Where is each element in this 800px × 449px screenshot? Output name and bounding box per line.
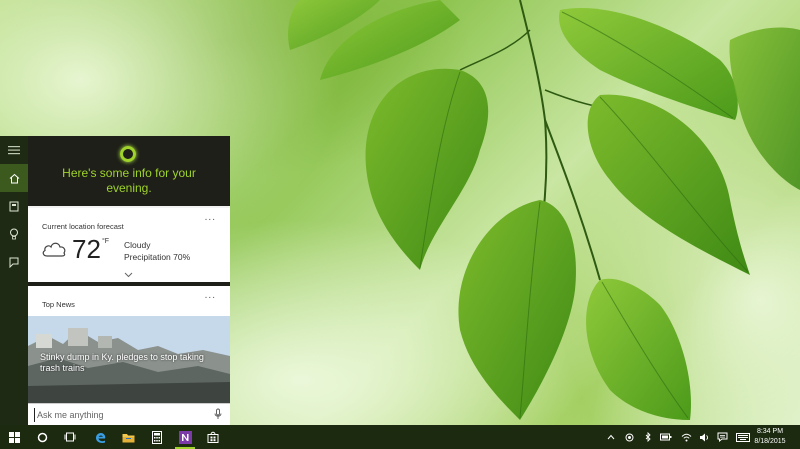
weather-condition: Cloudy bbox=[124, 240, 151, 250]
windows-start-icon bbox=[8, 431, 20, 443]
file-explorer-icon bbox=[122, 433, 134, 442]
feedback-icon bbox=[9, 257, 19, 268]
temperature-value: 72 bbox=[72, 234, 101, 264]
store-taskbar-button[interactable] bbox=[199, 425, 227, 449]
news-headline[interactable]: Stinky dump in Ky. pledges to stop takin… bbox=[40, 352, 225, 372]
speaker-icon bbox=[699, 433, 708, 441]
notebook-button[interactable] bbox=[0, 192, 28, 220]
onenote-icon bbox=[178, 430, 192, 444]
store-icon bbox=[207, 431, 219, 443]
weather-card-menu-button[interactable]: ... bbox=[205, 212, 216, 223]
reminders-button[interactable] bbox=[0, 220, 28, 248]
menu-button[interactable] bbox=[0, 136, 28, 164]
lightbulb-icon bbox=[10, 228, 18, 240]
cortana-side-rail bbox=[0, 136, 28, 425]
tray-cortana-button[interactable] bbox=[621, 425, 637, 449]
task-view-icon bbox=[64, 432, 76, 442]
file-explorer-taskbar-button[interactable] bbox=[114, 425, 142, 449]
action-center-button[interactable] bbox=[714, 425, 730, 449]
temperature-unit: °F bbox=[102, 238, 110, 245]
onenote-taskbar-button[interactable] bbox=[171, 425, 199, 449]
home-icon bbox=[9, 173, 19, 183]
cortana-search-icon bbox=[37, 432, 47, 442]
microphone-icon[interactable] bbox=[214, 408, 222, 420]
chevron-up-icon bbox=[607, 434, 615, 440]
weather-card[interactable]: Current location forecast ... 72 °F Clou… bbox=[28, 208, 230, 282]
taskbar: 8:34 PM 8/18/2015 bbox=[0, 425, 800, 449]
cloudy-weather-icon bbox=[42, 242, 66, 257]
news-card-menu-button[interactable]: ... bbox=[205, 290, 216, 301]
cortana-ring-icon bbox=[120, 146, 136, 162]
cortana-search-button[interactable] bbox=[28, 425, 56, 449]
cortana-greeting: Here's some info for your evening. bbox=[28, 166, 230, 196]
taskbar-clock[interactable]: 8:34 PM 8/18/2015 bbox=[748, 427, 792, 447]
weather-card-title: Current location forecast bbox=[42, 222, 124, 231]
start-button[interactable] bbox=[0, 425, 28, 449]
home-button[interactable] bbox=[0, 164, 28, 192]
task-view-button[interactable] bbox=[56, 425, 84, 449]
volume-tray-button[interactable] bbox=[696, 425, 712, 449]
greeting-line-1: Here's some info for your bbox=[62, 166, 196, 180]
hamburger-icon bbox=[8, 146, 20, 155]
battery-tray-button[interactable] bbox=[658, 425, 674, 449]
feedback-button[interactable] bbox=[0, 248, 28, 276]
edge-taskbar-button[interactable] bbox=[86, 425, 114, 449]
cortana-header: Here's some info for your evening. bbox=[28, 136, 230, 206]
news-card-title: Top News bbox=[42, 300, 75, 309]
record-circle-icon bbox=[625, 433, 633, 441]
clock-date: 8/18/2015 bbox=[754, 438, 786, 445]
cortana-search-box bbox=[28, 403, 230, 425]
notification-icon bbox=[717, 432, 727, 442]
clock-time: 8:34 PM bbox=[756, 428, 784, 435]
calculator-icon bbox=[152, 430, 162, 444]
precipitation-text: Precipitation 70% bbox=[124, 252, 191, 262]
wifi-icon bbox=[681, 433, 691, 441]
ask-me-anything-input[interactable] bbox=[34, 408, 204, 422]
edge-icon bbox=[95, 432, 105, 443]
chevron-down-icon[interactable] bbox=[124, 272, 133, 278]
wifi-tray-button[interactable] bbox=[678, 425, 694, 449]
bluetooth-tray-button[interactable] bbox=[640, 425, 656, 449]
cortana-panel: Here's some info for your evening. Curre… bbox=[28, 136, 230, 425]
greeting-line-2: evening. bbox=[106, 181, 152, 195]
news-card[interactable]: Top News ... Stinky dump in Ky. pledges … bbox=[28, 286, 230, 403]
battery-icon bbox=[660, 433, 672, 441]
calculator-taskbar-button[interactable] bbox=[143, 425, 171, 449]
bluetooth-icon bbox=[645, 432, 651, 442]
show-hidden-icons-button[interactable] bbox=[603, 425, 619, 449]
notebook-icon bbox=[9, 201, 19, 211]
